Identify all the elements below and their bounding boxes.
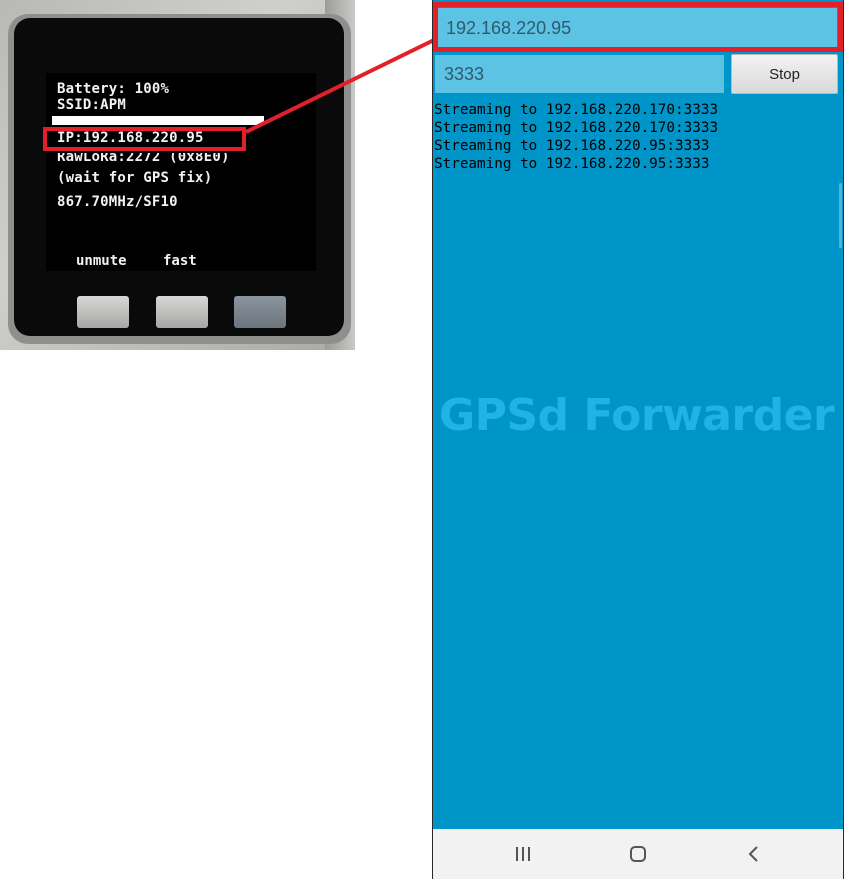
scrollbar-thumb[interactable] bbox=[839, 183, 842, 248]
port-input[interactable]: 3333 bbox=[435, 55, 724, 93]
log-line: Streaming to 192.168.220.170:3333 bbox=[434, 102, 719, 118]
log-line: Streaming to 192.168.220.95:3333 bbox=[434, 138, 710, 154]
home-icon[interactable] bbox=[618, 841, 658, 867]
android-nav-bar bbox=[433, 829, 843, 879]
app-watermark-title: GPSd Forwarder bbox=[439, 390, 835, 441]
log-line: Streaming to 192.168.220.95:3333 bbox=[434, 156, 710, 172]
ip-highlight-box-app bbox=[433, 2, 843, 52]
log-line: Streaming to 192.168.220.170:3333 bbox=[434, 120, 719, 136]
stream-log: Streaming to 192.168.220.170:3333 Stream… bbox=[434, 101, 834, 173]
back-icon[interactable] bbox=[733, 841, 773, 867]
callout-line bbox=[245, 38, 435, 134]
phone-app-screen: 192.168.220.95 3333 Stop Streaming to 19… bbox=[432, 0, 844, 879]
recent-apps-icon[interactable] bbox=[503, 841, 543, 867]
stop-button[interactable]: Stop bbox=[731, 54, 838, 94]
